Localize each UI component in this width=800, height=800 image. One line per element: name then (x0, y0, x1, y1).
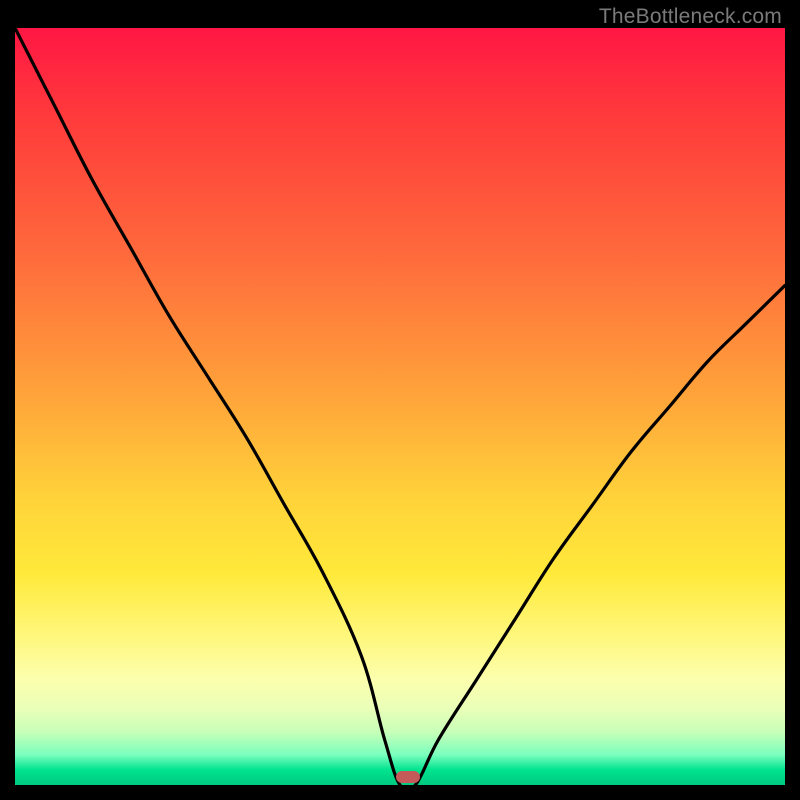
watermark-text: TheBottleneck.com (599, 5, 782, 29)
chart-frame (15, 28, 785, 785)
bottleneck-curve (15, 28, 785, 785)
plot-area (15, 28, 785, 785)
optimum-marker (396, 771, 420, 783)
